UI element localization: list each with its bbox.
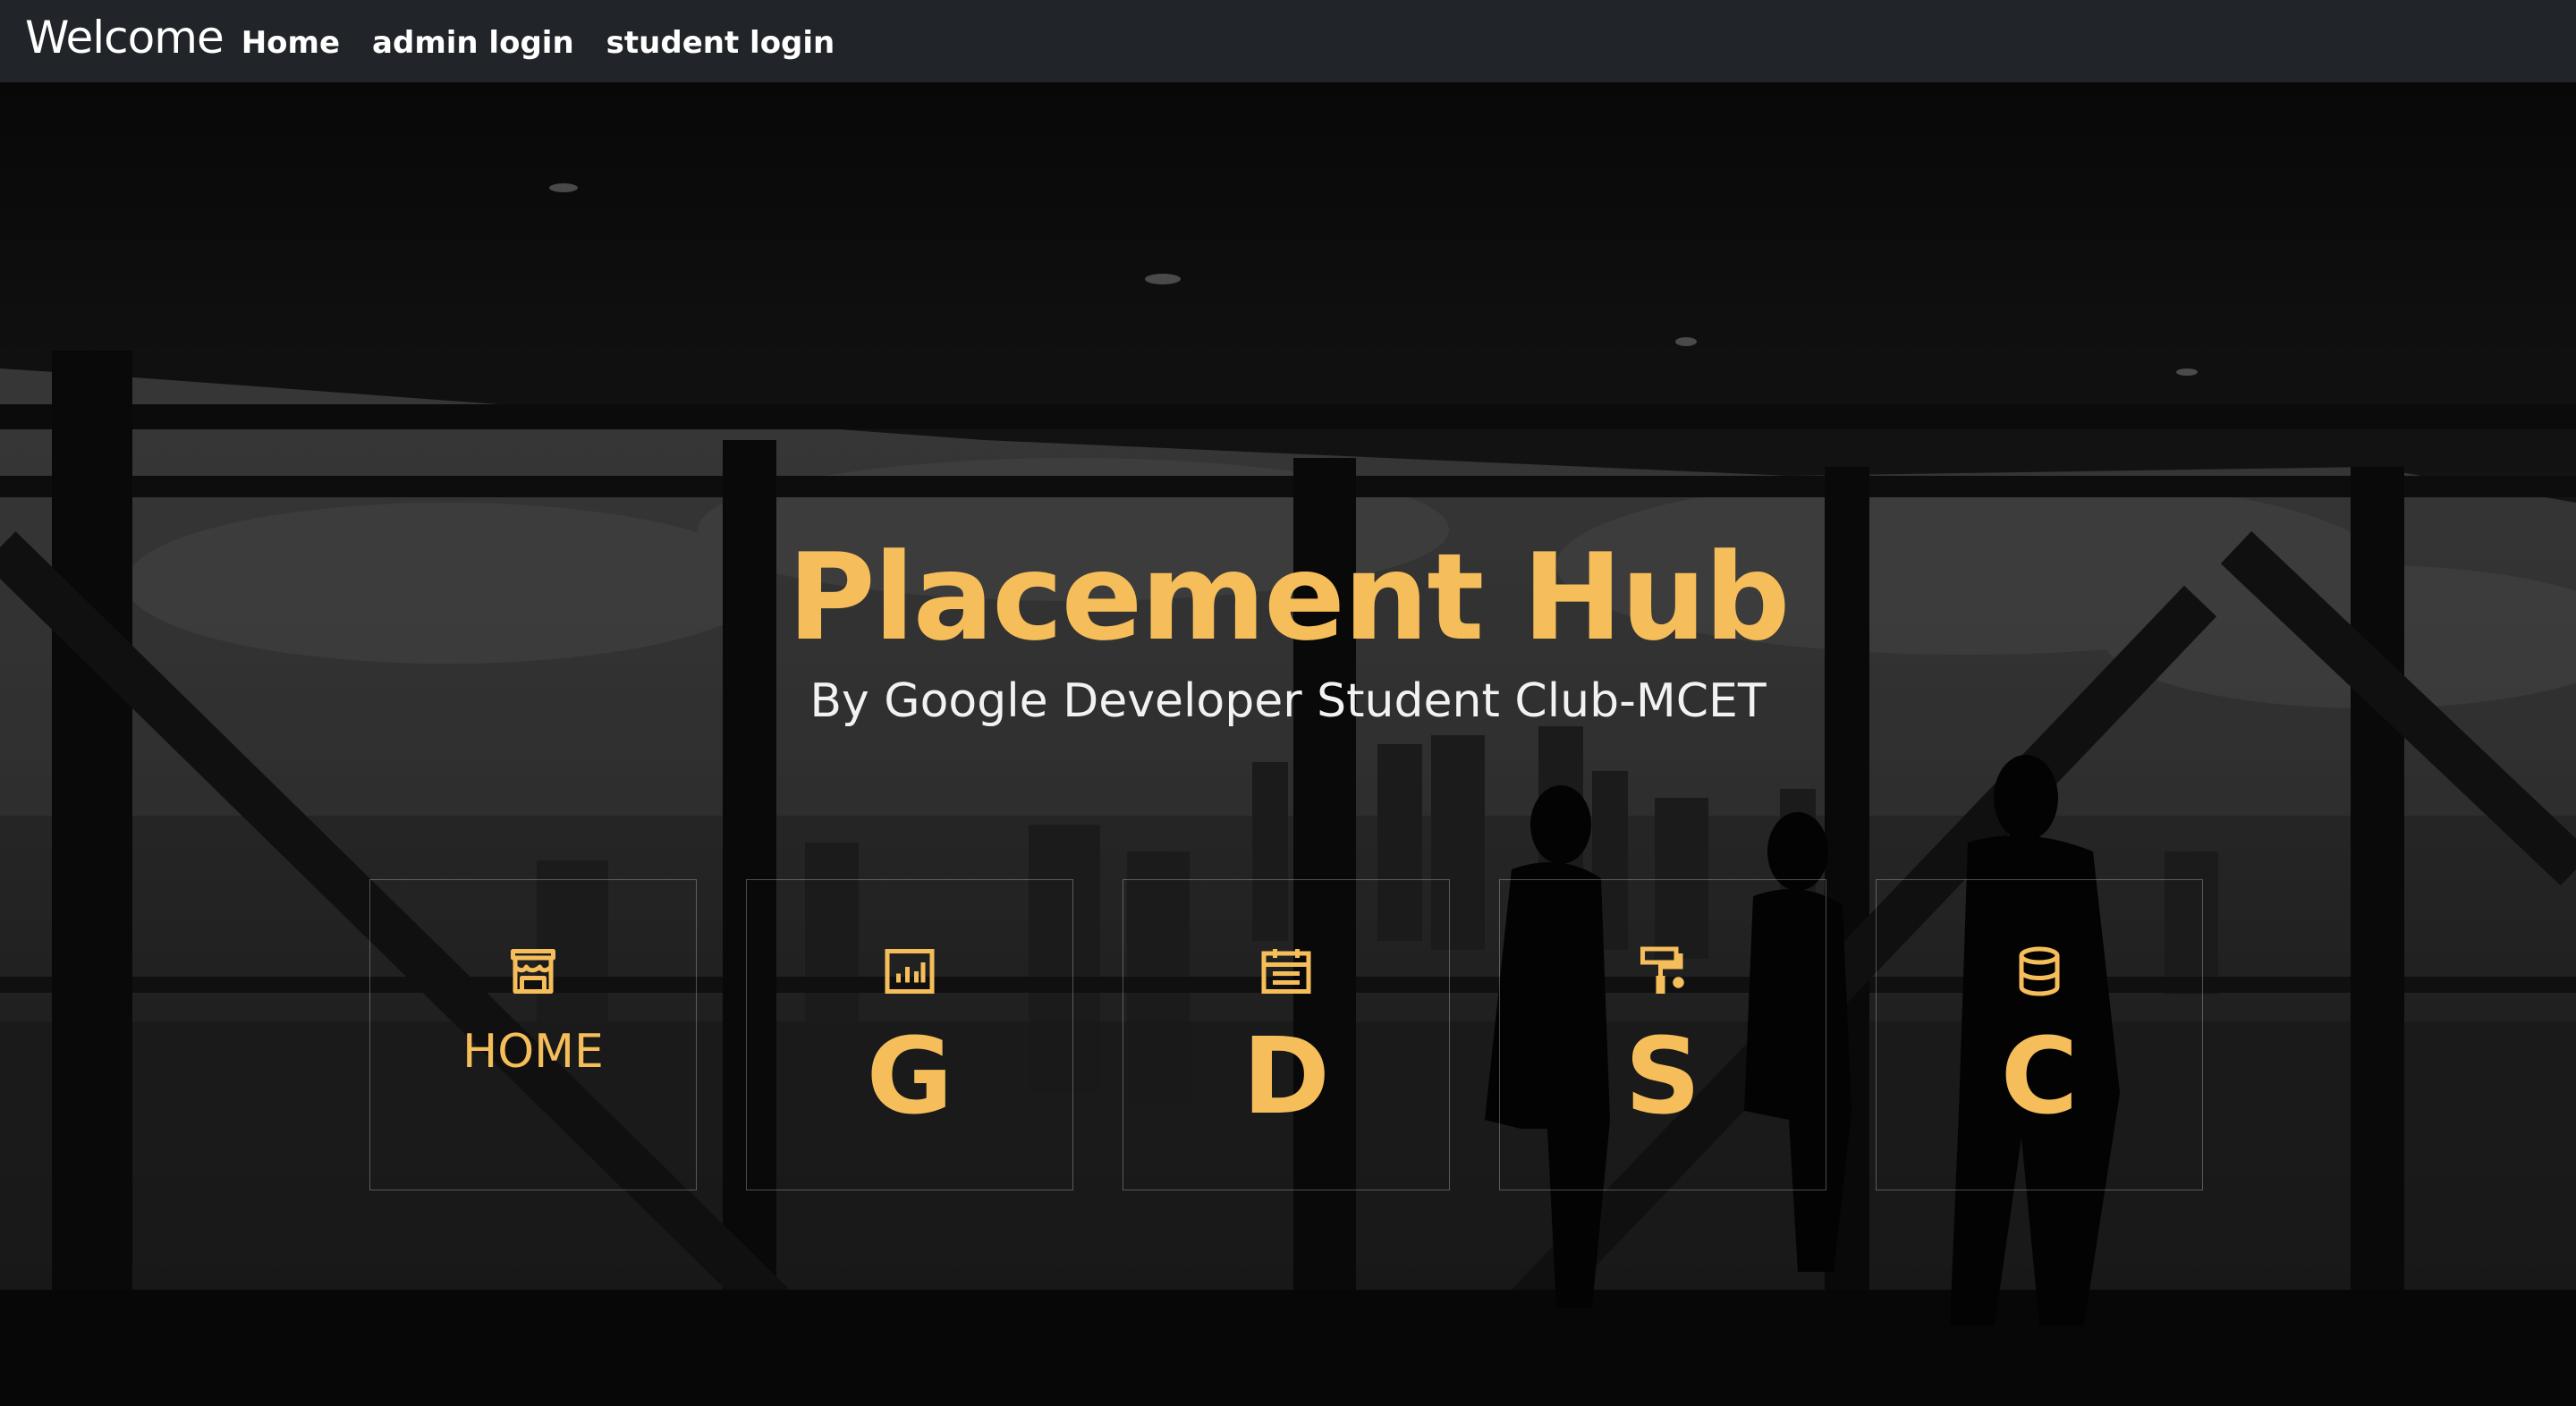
hero-section	[0, 82, 2576, 1406]
navbar: Welcome Home admin login student login	[0, 0, 2576, 82]
navbar-brand[interactable]: Welcome	[25, 15, 225, 60]
calendar-icon	[1261, 949, 1311, 994]
hero-background-image	[0, 82, 2576, 1406]
card-label: C	[2000, 1014, 2079, 1138]
card-s[interactable]: S	[1499, 879, 1826, 1190]
nav-link-admin-login[interactable]: admin login	[372, 25, 574, 61]
card-label: S	[1624, 1014, 1701, 1138]
nav-link-student-login[interactable]: student login	[606, 25, 835, 61]
card-d[interactable]: D	[1123, 879, 1450, 1190]
card-home[interactable]: HOME	[369, 879, 697, 1190]
page-subtitle: By Google Developer Student Club-MCET	[809, 674, 1767, 728]
card-label: D	[1242, 1014, 1330, 1138]
card-label: G	[866, 1014, 953, 1138]
paint-roller-icon	[1640, 946, 1684, 994]
database-icon	[2019, 946, 2060, 996]
store-icon	[511, 949, 555, 994]
nav-link-home[interactable]: Home	[242, 25, 340, 61]
page-title: Placement Hub	[787, 528, 1791, 667]
card-label: HOME	[462, 1025, 604, 1079]
card-c[interactable]: C	[1876, 879, 2203, 1190]
bar-chart-icon	[885, 949, 935, 994]
card-g[interactable]: G	[746, 879, 1073, 1190]
